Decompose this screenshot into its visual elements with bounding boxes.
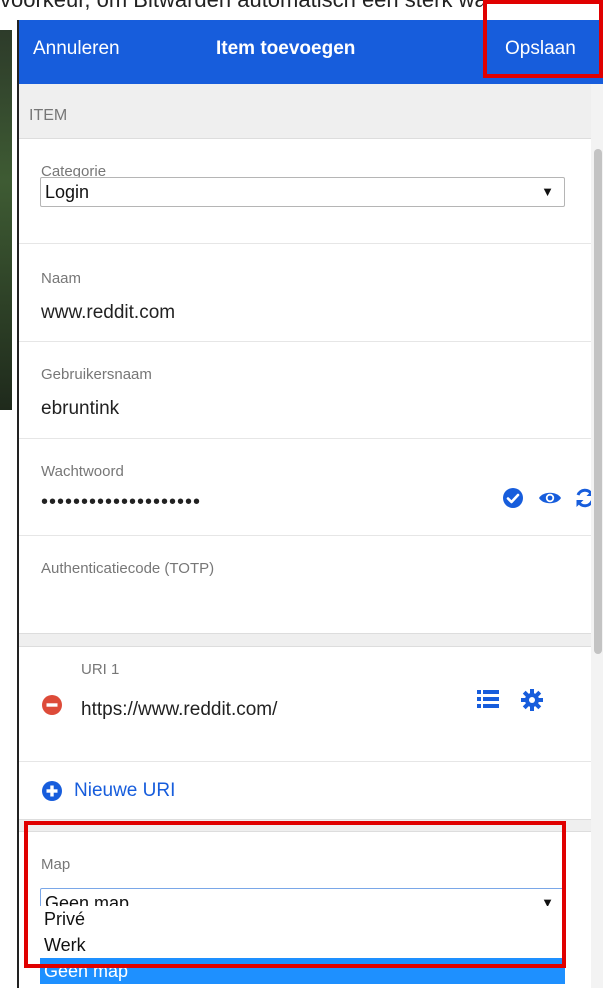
- username-row[interactable]: Gebruikersnaam ebruntink: [19, 342, 591, 439]
- new-uri-row[interactable]: Nieuwe URI: [19, 762, 591, 819]
- username-field[interactable]: ebruntink: [41, 398, 119, 420]
- name-label: Naam: [41, 270, 82, 287]
- minus-circle-icon[interactable]: [42, 695, 62, 720]
- scrollbar-thumb[interactable]: [594, 149, 602, 654]
- map-option-prive[interactable]: Privé: [40, 906, 565, 932]
- uri-row: URI 1 https://www.reddit.com/: [19, 647, 591, 762]
- name-row[interactable]: Naam www.reddit.com: [19, 244, 591, 342]
- map-options-list: Privé Werk Geen map: [40, 906, 565, 984]
- eye-icon[interactable]: [538, 487, 561, 509]
- background-caption: voorkeur, om Bitwarden automatisch een s…: [0, 0, 603, 10]
- category-value: Login: [45, 182, 90, 202]
- plus-circle-icon: [42, 781, 62, 801]
- totp-label: Authenticatiecode (TOTP): [41, 560, 215, 577]
- category-select[interactable]: Login ▼: [40, 177, 565, 207]
- uri-field[interactable]: https://www.reddit.com/: [81, 699, 277, 721]
- item-fields-box: Categorie Login ▼ Naam www.reddit.com Ge…: [19, 138, 594, 634]
- map-option-werk[interactable]: Werk: [40, 932, 565, 958]
- background-photo: [0, 30, 12, 410]
- password-field[interactable]: ••••••••••••••••••••: [41, 491, 201, 514]
- uri-actions: [477, 689, 543, 711]
- header-bar: Annuleren Item toevoegen Opslaan: [19, 20, 603, 84]
- list-icon[interactable]: [477, 689, 499, 711]
- map-label: Map: [41, 856, 71, 873]
- cancel-button[interactable]: Annuleren: [33, 38, 120, 60]
- uri-box: URI 1 https://www.reddit.com/ Nieuwe URI: [19, 646, 591, 820]
- category-row: Categorie Login ▼: [19, 139, 591, 244]
- map-option-geen-map[interactable]: Geen map: [40, 958, 565, 984]
- background-strip: [0, 410, 12, 988]
- password-row[interactable]: Wachtwoord ••••••••••••••••••••: [19, 439, 594, 536]
- gear-icon[interactable]: [521, 689, 543, 711]
- totp-row[interactable]: Authenticatiecode (TOTP): [19, 536, 591, 633]
- scrollbar[interactable]: [591, 84, 603, 988]
- name-field[interactable]: www.reddit.com: [41, 302, 175, 324]
- check-icon[interactable]: [502, 487, 524, 509]
- page-title: Item toevoegen: [216, 38, 356, 59]
- section-label-item: ITEM: [29, 107, 68, 124]
- uri-label: URI 1: [81, 661, 120, 678]
- new-uri-button[interactable]: Nieuwe URI: [42, 780, 175, 802]
- chevron-down-icon: ▼: [541, 184, 554, 199]
- add-item-popup: Annuleren Item toevoegen Opslaan ITEM Ca…: [17, 20, 603, 988]
- username-label: Gebruikersnaam: [41, 366, 152, 383]
- new-uri-label: Nieuwe URI: [74, 780, 176, 801]
- password-actions: [502, 487, 596, 509]
- password-label: Wachtwoord: [41, 463, 124, 480]
- save-button[interactable]: Opslaan: [505, 38, 576, 60]
